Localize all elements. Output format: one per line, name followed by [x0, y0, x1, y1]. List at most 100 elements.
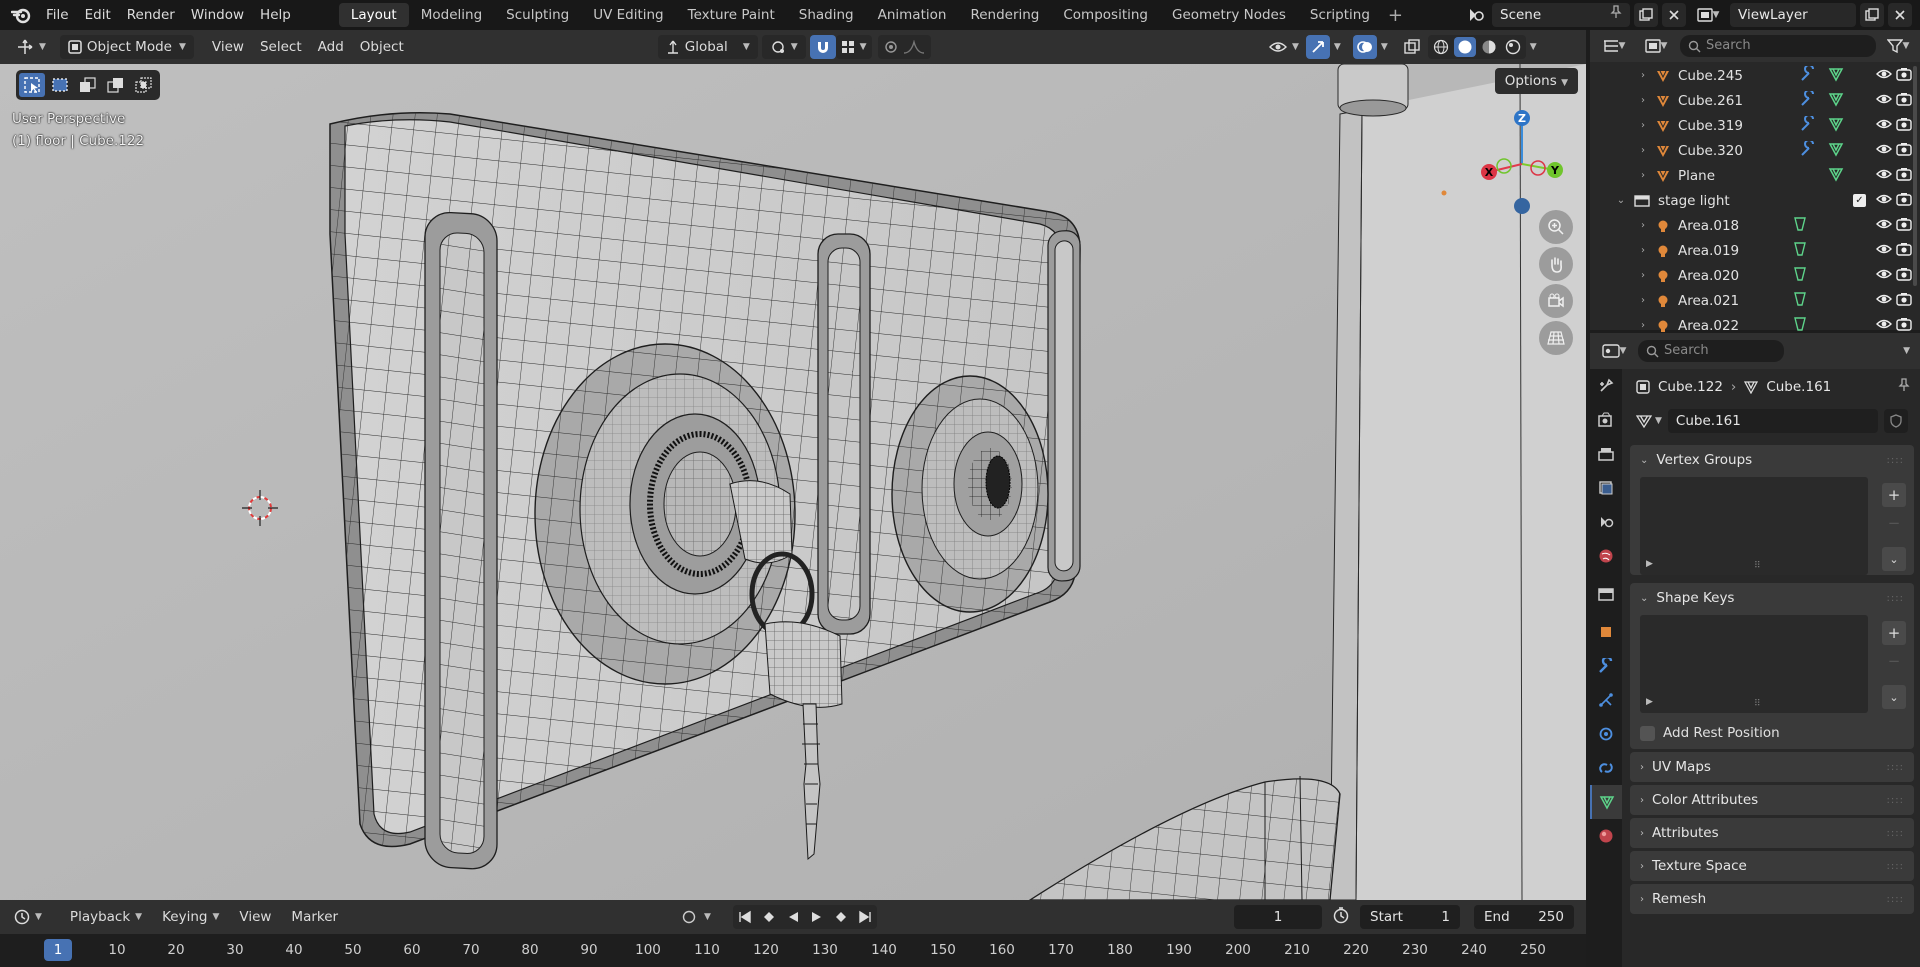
eye-icon[interactable] — [1876, 218, 1892, 234]
modifiers-tab-icon[interactable] — [1590, 649, 1622, 683]
vertex-groups-header[interactable]: ⌄ Vertex Groups :::: — [1630, 445, 1914, 475]
select-intersect-icon[interactable] — [131, 73, 157, 97]
add-workspace-icon[interactable]: + — [1382, 5, 1409, 26]
vertex-group-specials-icon[interactable]: ⌄ — [1882, 547, 1906, 571]
camera-icon[interactable] — [1896, 217, 1912, 235]
camera-icon[interactable] — [1896, 117, 1912, 135]
chevron-right-icon[interactable]: › — [1636, 70, 1650, 81]
outliner-scrollbar[interactable] — [1913, 66, 1917, 286]
world-tab-icon[interactable] — [1590, 539, 1622, 573]
delete-view-layer-icon[interactable] — [1888, 3, 1912, 27]
camera-icon[interactable] — [1896, 67, 1912, 85]
view-layer-tab-icon[interactable] — [1590, 471, 1622, 505]
outliner-editor-type-button[interactable]: ▼ — [1596, 34, 1632, 58]
tab-scripting[interactable]: Scripting — [1298, 3, 1382, 27]
outliner-row[interactable]: › Cube.320 — [1590, 138, 1920, 163]
chevron-right-icon[interactable]: › — [1636, 95, 1650, 106]
modifier-icon[interactable] — [1800, 113, 1816, 136]
chevron-right-icon[interactable]: › — [1636, 220, 1650, 231]
transform-orientation-dropdown[interactable]: Global ▼ — [657, 35, 758, 59]
new-view-layer-icon[interactable] — [1860, 3, 1884, 27]
auto-keying-toggle[interactable] — [678, 905, 700, 929]
light-data-icon[interactable] — [1792, 241, 1808, 261]
shape-keys-header[interactable]: ⌄ Shape Keys :::: — [1630, 583, 1914, 613]
object-tab-icon[interactable] — [1590, 615, 1622, 649]
select-subtract-icon[interactable] — [103, 73, 129, 97]
play-icon[interactable] — [805, 905, 829, 929]
select-new-icon[interactable] — [47, 73, 73, 97]
drag-handle-icon[interactable]: :::: — [1887, 593, 1904, 604]
resize-grip-icon[interactable]: ⠿ — [1754, 699, 1761, 709]
mesh-data-icon[interactable] — [1828, 116, 1844, 136]
material-tab-icon[interactable] — [1590, 819, 1622, 853]
timeline-view-menu[interactable]: View — [231, 905, 279, 929]
attributes-panel[interactable]: › Attributes :::: — [1630, 818, 1914, 848]
pin-icon[interactable] — [1898, 378, 1910, 396]
eye-icon[interactable] — [1876, 168, 1892, 184]
jump-to-end-icon[interactable] — [853, 905, 877, 929]
outliner-row[interactable]: › Area.020 — [1590, 263, 1920, 288]
light-data-icon[interactable] — [1792, 216, 1808, 236]
navigation-gizmo[interactable]: Z X Y — [1472, 104, 1572, 214]
options-dropdown[interactable]: Options ▼ — [1494, 68, 1578, 94]
mesh-data-icon[interactable] — [1828, 141, 1844, 161]
wireframe-shading-icon[interactable] — [1430, 37, 1452, 57]
snap-target-dropdown[interactable]: ▼ — [835, 35, 872, 59]
list-expand-icon[interactable]: ▶ — [1646, 559, 1653, 569]
camera-icon[interactable] — [1896, 167, 1912, 185]
add-shape-key-icon[interactable]: + — [1882, 621, 1906, 645]
color-attributes-header[interactable]: › Color Attributes :::: — [1630, 785, 1914, 815]
eye-icon[interactable] — [1876, 143, 1892, 159]
modifier-icon[interactable] — [1800, 88, 1816, 111]
xray-toggle[interactable] — [1400, 35, 1424, 59]
drag-handle-icon[interactable]: :::: — [1887, 828, 1904, 839]
mesh-name-field[interactable]: Cube.161 — [1667, 409, 1878, 433]
properties-options-dropdown[interactable]: ▼ — [1903, 346, 1910, 356]
shape-keys-list[interactable]: ▶ ⠿ — [1640, 615, 1868, 713]
tab-shading[interactable]: Shading — [787, 3, 866, 27]
keying-menu[interactable]: Keying ▼ — [154, 905, 227, 929]
constraints-tab-icon[interactable] — [1590, 751, 1622, 785]
overlays-dropdown-icon[interactable]: ▼ — [1381, 42, 1388, 52]
chevron-right-icon[interactable]: › — [1636, 320, 1650, 331]
chevron-right-icon[interactable]: › — [1636, 170, 1650, 181]
drag-handle-icon[interactable]: :::: — [1887, 762, 1904, 773]
color-attributes-panel[interactable]: › Color Attributes :::: — [1630, 785, 1914, 815]
marker-menu[interactable]: Marker — [283, 905, 346, 929]
eye-icon[interactable] — [1876, 268, 1892, 284]
eye-icon[interactable] — [1876, 118, 1892, 134]
proportional-edit-toggle[interactable] — [877, 35, 931, 59]
menu-file[interactable]: File — [38, 2, 77, 28]
jump-keyframe-back-icon[interactable] — [757, 905, 781, 929]
modifier-icon[interactable] — [1800, 63, 1816, 86]
select-extend-icon[interactable] — [75, 73, 101, 97]
mesh-data-tab-icon[interactable] — [1590, 785, 1622, 819]
uv-maps-panel[interactable]: › UV Maps :::: — [1630, 752, 1914, 782]
tool-tab-icon[interactable] — [1590, 369, 1622, 403]
scene-name-field[interactable]: Scene — [1492, 3, 1630, 27]
perspective-toggle-icon[interactable] — [1539, 321, 1573, 355]
select-box-tool-icon[interactable] — [19, 73, 45, 97]
pan-hand-icon[interactable] — [1539, 247, 1573, 281]
tab-sculpting[interactable]: Sculpting — [494, 3, 581, 27]
attributes-header[interactable]: › Attributes :::: — [1630, 818, 1914, 848]
end-frame-field[interactable]: End 250 — [1474, 905, 1574, 929]
rendered-shading-icon[interactable] — [1502, 37, 1524, 57]
display-mode-button[interactable]: ▼ — [1638, 34, 1674, 58]
pivot-point-dropdown[interactable]: ▼ — [761, 35, 806, 59]
tab-uv-editing[interactable]: UV Editing — [581, 3, 675, 27]
tab-modeling[interactable]: Modeling — [409, 3, 494, 27]
exclude-checkbox[interactable]: ✓ — [1853, 194, 1866, 207]
stopwatch-icon[interactable] — [1332, 906, 1350, 928]
mode-dropdown[interactable]: Object Mode ▼ — [59, 35, 194, 59]
menu-edit[interactable]: Edit — [77, 2, 119, 28]
fake-user-shield-icon[interactable] — [1883, 409, 1908, 433]
collection-tab-icon[interactable] — [1590, 577, 1622, 611]
play-reverse-icon[interactable] — [781, 905, 805, 929]
menu-select[interactable]: Select — [252, 35, 310, 59]
chevron-right-icon[interactable]: › — [1636, 295, 1650, 306]
eye-icon[interactable] — [1876, 243, 1892, 259]
chevron-right-icon[interactable]: › — [1636, 270, 1650, 281]
material-shading-icon[interactable] — [1478, 37, 1500, 57]
visibility-dropdown[interactable]: ▼ — [1266, 35, 1302, 59]
